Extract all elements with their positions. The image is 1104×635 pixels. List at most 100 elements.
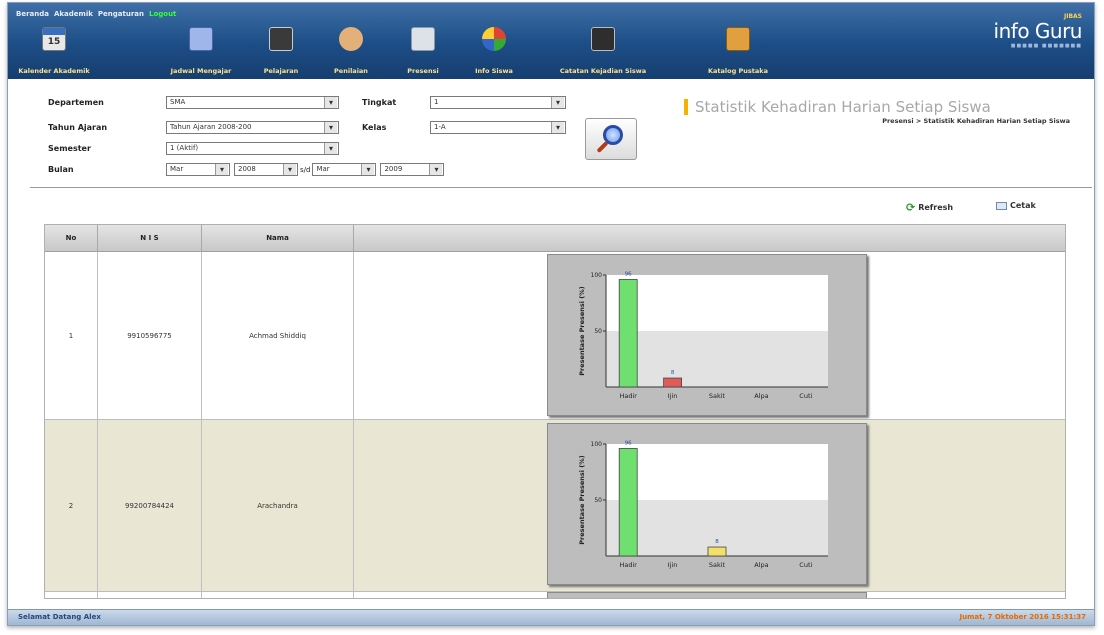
select-bulan-to-month[interactable]: Mar bbox=[312, 163, 377, 176]
y-axis-label: Presentase Presensi (%) bbox=[578, 286, 586, 375]
table-row bbox=[45, 592, 1065, 598]
refresh-button[interactable]: ⟳ Refresh bbox=[906, 201, 953, 214]
plot-band bbox=[606, 331, 828, 387]
row-bulan: Bulan Mar 2008 s/d Mar 2009 bbox=[48, 163, 445, 176]
chart-svg: 50 100 Presentase Presensi (%) 96 Hadir 8 Ijin… bbox=[578, 271, 828, 400]
app-logo: JIBAS info Guru ■■■■■ ■■■■■■■ bbox=[993, 13, 1083, 49]
label-semester: Semester bbox=[48, 144, 91, 153]
nav-catatan-kejadian-siswa[interactable]: Catatan Kejadian Siswa bbox=[544, 23, 662, 75]
col-header-nama: Nama bbox=[202, 225, 354, 252]
cell-no: 1 bbox=[45, 252, 98, 419]
students-icon bbox=[482, 27, 506, 51]
nav-katalog-pustaka[interactable]: Katalog Pustaka bbox=[688, 23, 788, 75]
chart-svg: 50 100 Presentase Presensi (%) 96 Hadir Ijin 8… bbox=[578, 440, 828, 569]
search-button[interactable] bbox=[585, 118, 637, 160]
label-bulan: Bulan bbox=[48, 165, 74, 174]
y-tick-label: 100 bbox=[591, 441, 603, 448]
x-tick-label: Cuti bbox=[799, 392, 812, 400]
magnifier-icon bbox=[603, 125, 623, 145]
print-icon bbox=[996, 201, 1007, 210]
table-row: 1 9910596775 Achmad Shiddiq 50 100 Present… bbox=[45, 252, 1065, 420]
refresh-icon: ⟳ bbox=[906, 201, 916, 214]
link-logout[interactable]: Logout bbox=[149, 10, 176, 18]
cell-nama: Achmad Shiddiq bbox=[202, 252, 354, 419]
table-row: 2 99200784424 Arachandra 50 100 Presentase… bbox=[45, 420, 1065, 592]
select-departemen[interactable]: SMA bbox=[166, 96, 339, 109]
data-label: 96 bbox=[625, 271, 632, 277]
table-header: No N I S Nama bbox=[45, 225, 1065, 252]
header-bar: Beranda Akademik Pengaturan Logout 15 Ka… bbox=[8, 3, 1094, 79]
label-sd: s/d bbox=[300, 165, 311, 174]
cell-nama: Arachandra bbox=[202, 420, 354, 591]
logo-badge: JIBAS bbox=[1063, 13, 1082, 20]
bar-sakit bbox=[707, 546, 727, 557]
breadcrumb: Presensi > Statistik Kehadiran Harian Se… bbox=[882, 117, 1070, 125]
cell-nis: 9910596775 bbox=[98, 252, 202, 419]
x-tick-label: Sakit bbox=[709, 561, 726, 569]
select-bulan-to-year[interactable]: 2009 bbox=[380, 163, 445, 176]
nav-kalender-akademik[interactable]: 15 Kalender Akademik bbox=[10, 23, 98, 75]
row-tingkat: Tingkat 1 bbox=[362, 96, 566, 109]
cell-nama-empty bbox=[202, 592, 354, 598]
bar-hadir bbox=[618, 279, 638, 388]
data-label: 8 bbox=[671, 370, 675, 376]
cell-nis: 99200784424 bbox=[98, 420, 202, 591]
nav-info-siswa[interactable]: Info Siswa bbox=[458, 23, 530, 75]
cell-nis-empty bbox=[98, 592, 202, 598]
x-tick-label: Ijin bbox=[668, 561, 678, 569]
nav-jadwal-mengajar[interactable]: Jadwal Mengajar bbox=[156, 23, 246, 75]
library-icon bbox=[726, 27, 750, 51]
select-bulan-from-month[interactable]: Mar bbox=[166, 163, 230, 176]
nav-presensi[interactable]: Presensi bbox=[388, 23, 458, 75]
datetime-text: Jumat, 7 Oktober 2016 15:31:37 bbox=[959, 613, 1086, 621]
label-kelas: Kelas bbox=[362, 123, 387, 132]
nav-pelajaran[interactable]: Pelajaran bbox=[251, 23, 311, 75]
x-tick-label: Hadir bbox=[619, 561, 637, 569]
divider bbox=[30, 187, 1092, 188]
row-tahun-ajaran: Tahun Ajaran Tahun Ajaran 2008-200 bbox=[48, 121, 339, 134]
select-tahun-ajaran[interactable]: Tahun Ajaran 2008-200 bbox=[166, 121, 339, 134]
col-header-nis: N I S bbox=[98, 225, 202, 252]
x-tick-label: Alpa bbox=[754, 561, 768, 569]
logo-tagline: ■■■■■ ■■■■■■■ bbox=[1010, 43, 1082, 49]
label-departemen: Departemen bbox=[48, 98, 104, 107]
row-kelas: Kelas 1-A bbox=[362, 121, 566, 134]
book-icon bbox=[269, 27, 293, 51]
select-kelas[interactable]: 1-A bbox=[430, 121, 566, 134]
label-tingkat: Tingkat bbox=[362, 98, 397, 107]
page-title: Statistik Kehadiran Harian Setiap Siswa bbox=[684, 99, 991, 115]
calendar-icon: 15 bbox=[42, 27, 66, 51]
row-semester: Semester 1 (Aktif) bbox=[48, 142, 339, 155]
y-tick-label: 50 bbox=[594, 328, 602, 335]
thumb-icon bbox=[339, 27, 363, 51]
status-bar: Selamat Datang Alex Jumat, 7 Oktober 201… bbox=[8, 609, 1094, 625]
top-links: Beranda Akademik Pengaturan Logout bbox=[16, 10, 176, 18]
bar-ijin bbox=[663, 377, 682, 388]
attendance-icon bbox=[411, 27, 435, 51]
select-bulan-from-year[interactable]: 2008 bbox=[234, 163, 298, 176]
app-window: Beranda Akademik Pengaturan Logout 15 Ka… bbox=[7, 2, 1095, 626]
bar-hadir bbox=[618, 448, 638, 557]
nav-penilaian[interactable]: Penilaian bbox=[311, 23, 391, 75]
link-beranda[interactable]: Beranda bbox=[16, 10, 49, 18]
x-tick-label: Alpa bbox=[754, 392, 768, 400]
x-tick-label: Hadir bbox=[619, 392, 637, 400]
select-tingkat[interactable]: 1 bbox=[430, 96, 566, 109]
main-nav: 15 Kalender Akademik Jadwal Mengajar Pel… bbox=[8, 23, 908, 75]
schedule-icon bbox=[189, 27, 213, 51]
link-pengaturan[interactable]: Pengaturan bbox=[98, 10, 144, 18]
welcome-text: Selamat Datang Alex bbox=[18, 613, 101, 621]
data-label: 96 bbox=[625, 440, 632, 446]
x-tick-label: Cuti bbox=[799, 561, 812, 569]
link-akademik[interactable]: Akademik bbox=[54, 10, 93, 18]
attendance-chart-2: 50 100 Presentase Presensi (%) 96 Hadir Ijin 8… bbox=[547, 423, 867, 585]
print-button[interactable]: Cetak bbox=[996, 201, 1036, 210]
select-semester[interactable]: 1 (Aktif) bbox=[166, 142, 339, 155]
attendance-chart-3 bbox=[547, 592, 867, 598]
y-tick-label: 100 bbox=[591, 272, 603, 279]
y-axis-label: Presentase Presensi (%) bbox=[578, 455, 586, 544]
cell-no: 2 bbox=[45, 420, 98, 591]
label-tahun-ajaran: Tahun Ajaran bbox=[48, 123, 108, 132]
x-tick-label: Ijin bbox=[668, 392, 678, 400]
x-tick-label: Sakit bbox=[709, 392, 726, 400]
